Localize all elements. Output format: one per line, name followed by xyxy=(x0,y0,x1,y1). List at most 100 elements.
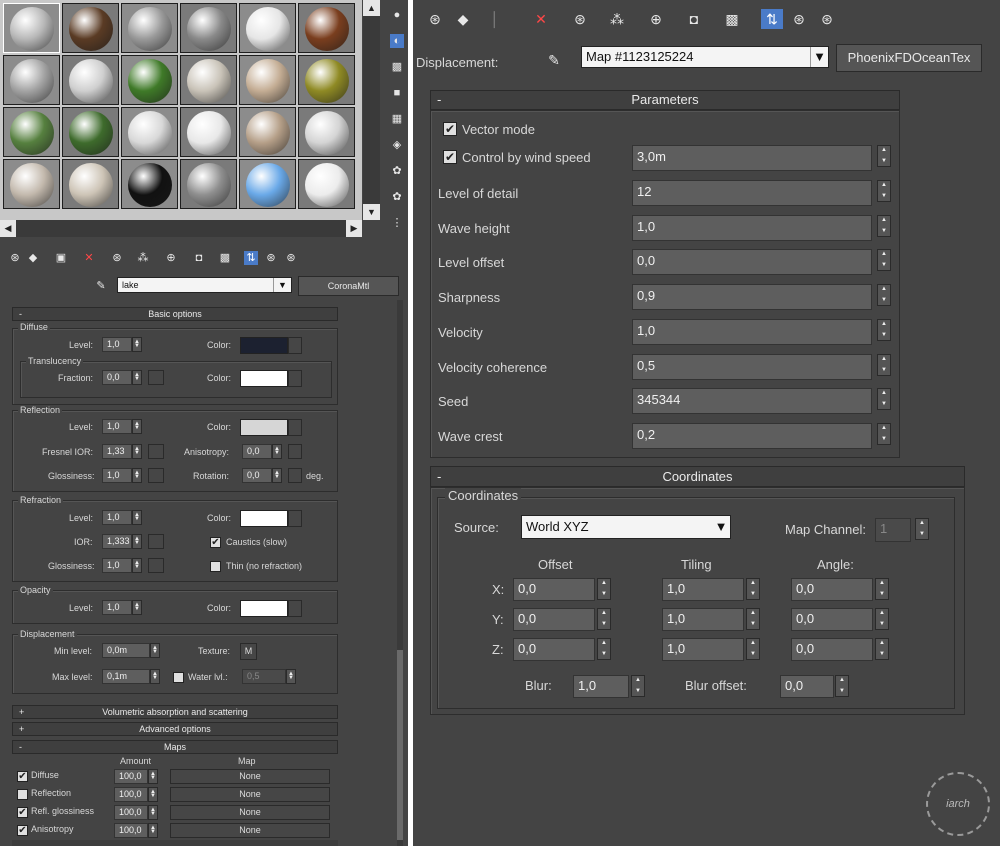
diffuse-color-swatch[interactable] xyxy=(240,337,288,354)
parameters-rollout[interactable]: - Parameters xyxy=(430,90,900,110)
rotation-field[interactable]: 0,0 xyxy=(242,468,272,483)
max-level-field[interactable]: 0,1m xyxy=(102,669,150,684)
go-to-parent-icon[interactable]: ⇅ xyxy=(761,9,783,29)
refraction-glossiness-field[interactable]: 1,0 xyxy=(102,558,132,573)
anisotropy-field[interactable]: 0,0 xyxy=(242,444,272,459)
reflection-glossiness-spinner[interactable] xyxy=(132,468,142,483)
blur-offset-spinner[interactable] xyxy=(835,675,849,697)
show-shaded-icon[interactable]: ◘ xyxy=(684,9,704,29)
material-slot[interactable] xyxy=(239,107,296,157)
axis-tiling-field[interactable]: 1,0 xyxy=(662,578,744,601)
axis-angle-spinner[interactable] xyxy=(875,638,889,660)
map-amount-field[interactable]: 100,0 xyxy=(114,823,148,838)
fraction-field[interactable]: 0,0 xyxy=(102,370,132,385)
material-type-button[interactable]: CoronaMtl xyxy=(298,276,399,296)
reset-map-icon[interactable]: ✕ xyxy=(531,9,551,29)
min-level-field[interactable]: 0,0m xyxy=(102,643,150,658)
texture-map-button[interactable]: M xyxy=(240,643,257,660)
thin-checkbox[interactable] xyxy=(210,561,221,572)
scroll-down-icon[interactable]: ▼ xyxy=(363,204,380,220)
map-enable-checkbox[interactable] xyxy=(17,789,28,800)
map-slot-button[interactable]: None xyxy=(170,805,330,820)
axis-tiling-spinner[interactable] xyxy=(746,608,760,630)
anisotropy-map-button[interactable] xyxy=(288,444,302,459)
map-amount-spinner[interactable] xyxy=(148,787,158,802)
map-slot-button[interactable]: None xyxy=(170,787,330,802)
sample-uv-icon[interactable]: ■ xyxy=(390,86,404,100)
axis-offset-spinner[interactable] xyxy=(597,638,611,660)
go-to-parent-icon[interactable]: ⇅ xyxy=(244,251,258,265)
refraction-color-swatch[interactable] xyxy=(240,510,288,527)
scroll-right-icon[interactable]: ▶ xyxy=(346,220,362,237)
reflection-color-map-button[interactable] xyxy=(288,419,302,436)
material-slot[interactable] xyxy=(62,3,119,53)
reflection-glossiness-map-button[interactable] xyxy=(148,468,164,483)
axis-tiling-spinner[interactable] xyxy=(746,578,760,600)
scroll-up-icon[interactable]: ▲ xyxy=(363,0,380,16)
reflection-level-spinner[interactable] xyxy=(132,419,142,434)
ior-field[interactable]: 1,333 xyxy=(102,534,132,549)
material-slot[interactable] xyxy=(62,55,119,105)
anisotropy-spinner[interactable] xyxy=(272,444,282,459)
water-level-field[interactable]: 0,5 xyxy=(242,669,286,684)
fraction-spinner[interactable] xyxy=(132,370,142,385)
map-amount-spinner[interactable] xyxy=(148,805,158,820)
map-channel-spinner[interactable] xyxy=(915,518,929,540)
param-spinner[interactable] xyxy=(877,388,891,410)
material-slot[interactable] xyxy=(239,159,296,209)
get-material-icon[interactable]: ⊛ xyxy=(425,9,445,29)
axis-angle-field[interactable]: 0,0 xyxy=(791,638,873,661)
show-end-result-icon[interactable]: ▩ xyxy=(218,251,232,265)
axis-tiling-field[interactable]: 1,0 xyxy=(662,608,744,631)
slots-vertical-scrollbar[interactable]: ▲ ▼ xyxy=(363,0,380,220)
param-spinner[interactable] xyxy=(877,284,891,306)
refraction-glossiness-map-button[interactable] xyxy=(148,558,164,573)
map-channel-field[interactable]: 1 xyxy=(875,518,911,542)
blur-spinner[interactable] xyxy=(631,675,645,697)
material-slot[interactable] xyxy=(62,159,119,209)
material-slot[interactable] xyxy=(239,3,296,53)
reflection-glossiness-field[interactable]: 1,0 xyxy=(102,468,132,483)
material-slot[interactable] xyxy=(121,159,178,209)
param-field[interactable]: 0,5 xyxy=(632,354,872,380)
axis-offset-field[interactable]: 0,0 xyxy=(513,638,595,661)
map-amount-field[interactable]: 100,0 xyxy=(114,787,148,802)
reflection-level-field[interactable]: 1,0 xyxy=(102,419,132,434)
slots-horizontal-scrollbar[interactable]: ◀ ▶ xyxy=(0,220,362,237)
basic-options-rollout[interactable]: - Basic options xyxy=(12,307,338,321)
fresnel-ior-map-button[interactable] xyxy=(148,444,164,459)
caustics-checkbox[interactable]: ✔ xyxy=(210,537,221,548)
material-slot[interactable] xyxy=(298,107,355,157)
refraction-glossiness-spinner[interactable] xyxy=(132,558,142,573)
rollouts-scrollbar[interactable] xyxy=(397,300,403,846)
put-to-scene-icon[interactable]: ◆ xyxy=(453,9,473,29)
control-by-wind-checkbox[interactable]: ✔ xyxy=(443,150,457,164)
diffuse-level-field[interactable]: 1,0 xyxy=(102,337,132,352)
param-field[interactable]: 12 xyxy=(632,180,872,206)
axis-tiling-spinner[interactable] xyxy=(746,638,760,660)
backlight-icon[interactable]: ◐ xyxy=(390,34,404,48)
axis-angle-spinner[interactable] xyxy=(875,608,889,630)
assign-to-selection-icon[interactable]: ▣ xyxy=(54,251,68,265)
axis-tiling-field[interactable]: 1,0 xyxy=(662,638,744,661)
param-spinner[interactable] xyxy=(877,319,891,341)
rotation-spinner[interactable] xyxy=(272,468,282,483)
eyedropper-icon[interactable]: ✎ xyxy=(544,50,564,70)
reset-map-icon[interactable]: ✕ xyxy=(82,251,96,265)
material-id-channel-icon[interactable]: ⊕ xyxy=(164,251,178,265)
param-field[interactable]: 0,2 xyxy=(632,423,872,449)
blur-field[interactable]: 1,0 xyxy=(573,675,629,698)
axis-offset-spinner[interactable] xyxy=(597,608,611,630)
opacity-level-spinner[interactable] xyxy=(132,600,142,615)
max-level-spinner[interactable] xyxy=(150,669,160,684)
chevron-down-icon[interactable]: ▼ xyxy=(712,516,730,538)
eyedropper-icon[interactable]: ✎ xyxy=(94,279,108,293)
go-forward-sibling-icon[interactable]: ⊛ xyxy=(264,251,278,265)
refraction-color-map-button[interactable] xyxy=(288,510,302,527)
refraction-level-field[interactable]: 1,0 xyxy=(102,510,132,525)
axis-angle-field[interactable]: 0,0 xyxy=(791,578,873,601)
min-level-spinner[interactable] xyxy=(150,643,160,658)
water-level-checkbox[interactable] xyxy=(173,672,184,683)
vector-mode-checkbox[interactable]: ✔ xyxy=(443,122,457,136)
advanced-options-rollout[interactable]: + Advanced options xyxy=(12,722,338,736)
